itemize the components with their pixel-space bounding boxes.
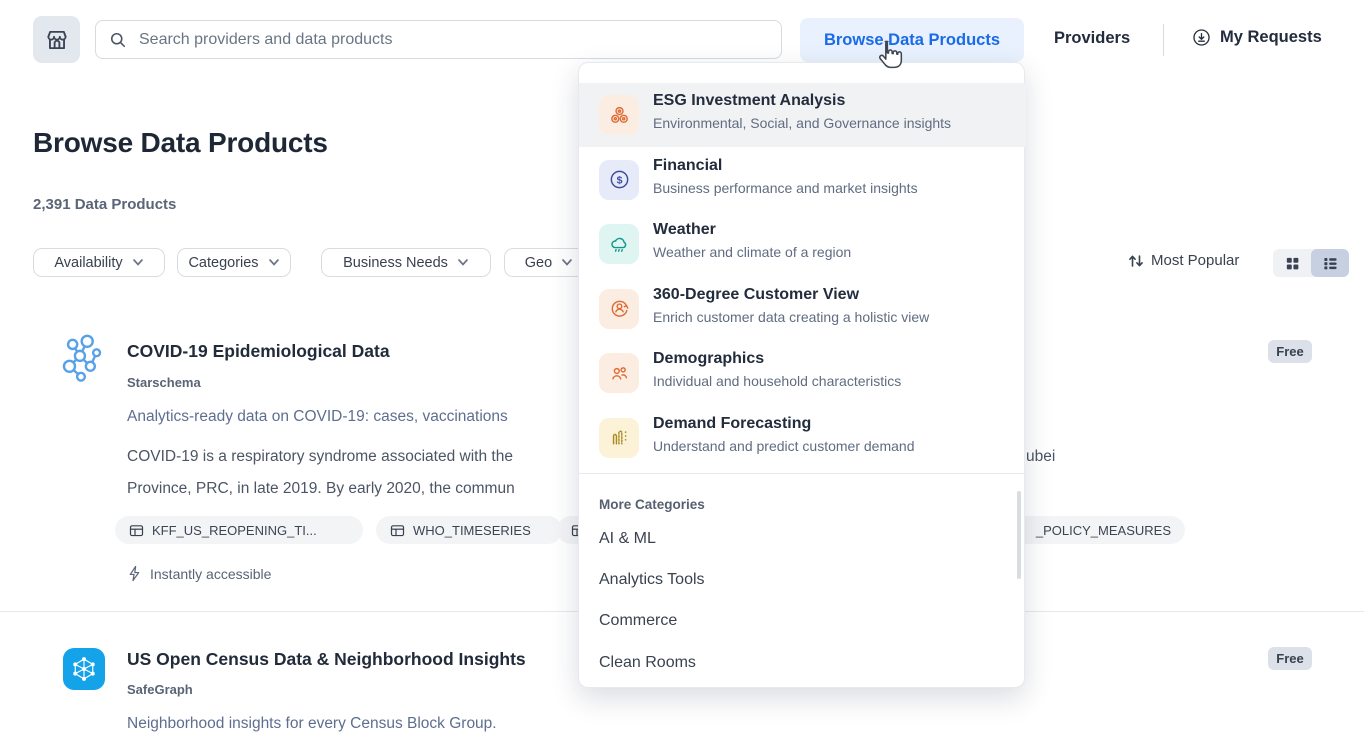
more-categories-label: More Categories	[599, 497, 705, 512]
covid-molecule-icon	[59, 334, 105, 384]
tag-label: WHO_TIMESERIES	[413, 523, 531, 538]
menu-item-commerce[interactable]: Commerce	[599, 612, 677, 630]
menu-item-weather[interactable]: Weather Weather and climate of a region	[579, 212, 1026, 276]
menu-item-clean-rooms[interactable]: Clean Rooms	[599, 654, 696, 672]
demographics-icon	[599, 353, 639, 393]
menu-item-subtitle: Environmental, Social, and Governance in…	[653, 115, 951, 131]
nav-my-requests[interactable]: My Requests	[1191, 27, 1322, 48]
chevron-down-icon	[561, 258, 573, 267]
filter-label: Geo	[525, 255, 552, 271]
menu-item-subtitle: Understand and predict customer demand	[653, 438, 914, 454]
sort-control[interactable]: Most Popular	[1128, 252, 1239, 269]
table-icon	[129, 523, 144, 538]
sort-arrows-icon	[1128, 253, 1144, 269]
sort-label: Most Popular	[1151, 252, 1239, 269]
table-tag[interactable]: KFF_US_REOPENING_TI...	[115, 516, 363, 544]
grid-view-icon	[1284, 255, 1301, 272]
search-input[interactable]	[137, 30, 769, 50]
menu-item-subtitle: Weather and climate of a region	[653, 244, 851, 260]
svg-text:$: $	[616, 174, 622, 186]
product-description-line1: COVID-19 is a respiratory syndrome assoc…	[127, 448, 513, 466]
product-title[interactable]: COVID-19 Epidemiological Data	[127, 341, 390, 362]
menu-item-financial[interactable]: $ Financial Business performance and mar…	[579, 148, 1026, 212]
menu-item-title: ESG Investment Analysis	[653, 92, 845, 110]
categories-dropdown: ESG Investment Analysis Environmental, S…	[578, 62, 1025, 688]
product-tagline: Analytics-ready data on COVID-19: cases,…	[127, 408, 508, 426]
filter-availability[interactable]: Availability	[33, 248, 165, 277]
lightning-icon	[127, 565, 142, 582]
product-tagline: Neighborhood insights for every Census B…	[127, 715, 497, 733]
filter-categories[interactable]: Categories	[177, 248, 291, 277]
chevron-down-icon	[268, 258, 280, 267]
list-view-button[interactable]	[1311, 249, 1349, 277]
free-badge: Free	[1268, 647, 1312, 670]
menu-item-demand-forecasting[interactable]: Demand Forecasting Understand and predic…	[579, 406, 1026, 470]
access-label: Instantly accessible	[150, 566, 271, 582]
menu-item-title: Demographics	[653, 350, 764, 368]
list-view-icon	[1322, 255, 1339, 272]
filter-business-needs[interactable]: Business Needs	[321, 248, 491, 277]
menu-item-subtitle: Business performance and market insights	[653, 180, 918, 196]
filter-label: Categories	[188, 255, 258, 271]
storefront-icon	[44, 27, 70, 53]
menu-item-analytics-tools[interactable]: Analytics Tools	[599, 571, 705, 589]
my-requests-label: My Requests	[1220, 28, 1322, 47]
menu-item-title: Weather	[653, 221, 716, 239]
download-circle-icon	[1191, 27, 1212, 48]
tag-label: _POLICY_MEASURES	[1036, 523, 1171, 538]
nav-browse-data-products[interactable]: Browse Data Products	[800, 18, 1024, 62]
weather-icon	[599, 224, 639, 264]
table-icon	[390, 523, 405, 538]
dropdown-scrollbar[interactable]	[1017, 491, 1021, 579]
instant-access: Instantly accessible	[127, 565, 271, 582]
filter-label: Availability	[54, 255, 122, 271]
product-provider[interactable]: Starschema	[127, 375, 201, 390]
menu-item-esg-investment-analysis[interactable]: ESG Investment Analysis Environmental, S…	[579, 83, 1026, 147]
search-bar[interactable]	[95, 20, 782, 59]
grid-view-button[interactable]	[1273, 249, 1311, 277]
esg-icon	[599, 95, 639, 135]
menu-item-title: 360-Degree Customer View	[653, 286, 859, 304]
menu-item-title: Demand Forecasting	[653, 415, 811, 433]
results-count: 2,391 Data Products	[33, 196, 176, 213]
product-description-line2: Province, PRC, in late 2019. By early 20…	[127, 480, 515, 498]
free-badge: Free	[1268, 340, 1312, 363]
marketplace-page: Browse Data Products Providers My Reques…	[0, 0, 1364, 746]
tag-label: KFF_US_REOPENING_TI...	[152, 523, 317, 538]
product-title[interactable]: US Open Census Data & Neighborhood Insig…	[127, 649, 526, 670]
product-provider[interactable]: SafeGraph	[127, 682, 193, 697]
home-button[interactable]	[33, 16, 80, 63]
safegraph-logo-icon	[63, 648, 105, 690]
product-description-line1-end: ubei	[1026, 448, 1055, 466]
chevron-down-icon	[132, 258, 144, 267]
financial-icon: $	[599, 160, 639, 200]
menu-item-title: Financial	[653, 157, 722, 175]
menu-item-ai-ml[interactable]: AI & ML	[599, 530, 656, 548]
chevron-down-icon	[457, 258, 469, 267]
menu-item-subtitle: Individual and household characteristics	[653, 373, 901, 389]
filter-label: Business Needs	[343, 255, 448, 271]
view-toggle	[1273, 249, 1349, 277]
menu-item-360-customer-view[interactable]: 360-Degree Customer View Enrich customer…	[579, 277, 1026, 341]
customer-360-icon	[599, 289, 639, 329]
nav-providers[interactable]: Providers	[1054, 29, 1130, 48]
demand-forecasting-icon	[599, 418, 639, 458]
page-title: Browse Data Products	[33, 127, 328, 159]
table-tag[interactable]: WHO_TIMESERIES	[376, 516, 562, 544]
nav-divider	[1163, 24, 1164, 56]
search-icon	[108, 30, 128, 50]
dropdown-divider	[579, 473, 1026, 474]
menu-item-subtitle: Enrich customer data creating a holistic…	[653, 309, 929, 325]
menu-item-demographics[interactable]: Demographics Individual and household ch…	[579, 341, 1026, 405]
